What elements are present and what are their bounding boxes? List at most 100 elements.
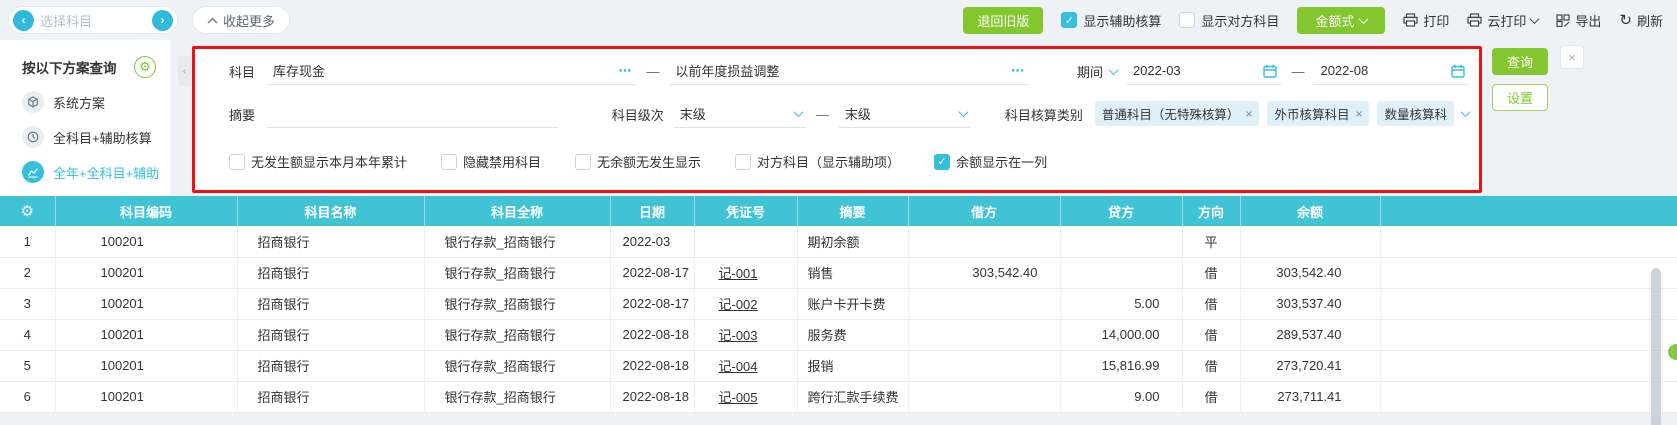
sidebar-item-system-plan[interactable]: 系统方案 [22,91,170,113]
col-header-debit[interactable]: 借方 [908,196,1061,226]
calendar-icon[interactable] [1263,64,1278,78]
calendar-icon[interactable] [1451,64,1465,78]
range-dash: — [646,64,660,79]
level-to-select[interactable]: 末级 [838,102,971,128]
sidebar-item-fullyear-all-aux[interactable]: 全年+全科目+辅助 [22,161,170,183]
ellipsis-picker-icon[interactable]: ⋯ [1011,63,1025,79]
checkbox-label: 对方科目（显示辅助项） [757,155,901,170]
floating-helper-button[interactable] [1668,344,1677,360]
voucher-link[interactable]: 记-002 [719,297,758,312]
subject-from-field[interactable]: 库存现金 ⋯ [267,59,637,85]
checkbox-icon[interactable]: ✓ [441,153,458,170]
checkbox-icon[interactable]: ✓ [934,153,951,170]
column-settings-gear[interactable]: ⚙ [0,196,56,226]
table-row[interactable]: 4 100201 招商银行 银行存款_招商银行 2022-08-18 记-003… [0,319,1677,351]
ellipsis-picker-icon[interactable]: ⋯ [618,63,632,79]
sidebar-item-all-subjects-aux[interactable]: 全科目+辅助核算 [22,126,170,148]
cell-full-name: 银行存款_招商银行 [424,257,611,289]
col-header-credit[interactable]: 贷方 [1060,196,1183,226]
cell-full-name: 银行存款_招商银行 [424,319,611,351]
chevron-down-icon[interactable] [1108,65,1119,76]
export-icon [1556,13,1570,27]
chevron-left-icon[interactable]: ‹ [13,9,34,31]
cell-direction: 借 [1182,350,1241,382]
chevron-down-icon[interactable] [1460,107,1471,118]
show-opposite-checkbox[interactable]: ✓ 显示对方科目 [1179,11,1279,30]
col-header-code[interactable]: 科目编码 [55,196,238,226]
collapse-more-button[interactable]: 收起更多 [192,6,291,34]
cell-name: 招商银行 [237,319,425,351]
col-header-name[interactable]: 科目名称 [237,196,425,226]
period-label-wrap[interactable]: 期间 [1077,62,1119,85]
vertical-scrollbar[interactable] [1651,268,1661,425]
cell-credit: 5.00 [1060,288,1183,320]
checkbox-icon[interactable]: ✓ [1179,12,1196,28]
table-row[interactable]: 1 100201 招商银行 银行存款_招商银行 2022-03 期初余额 平 [0,226,1677,258]
category-label: 科目核算类别 [1004,108,1083,123]
cell-debit [908,319,1061,351]
subject-picker-placeholder[interactable]: 选择科目 [34,11,152,30]
chevron-down-icon[interactable] [793,107,804,118]
export-button[interactable]: 导出 [1556,11,1601,30]
show-aux-checkbox[interactable]: ✓ 显示辅助核算 [1061,11,1161,30]
tag-remove-icon[interactable]: × [1245,107,1252,121]
table-row[interactable]: 5 100201 招商银行 银行存款_招商银行 2022-08-18 记-004… [0,350,1677,382]
cell-balance [1240,226,1381,258]
cloud-print-button[interactable]: 云打印 [1467,11,1540,30]
cell-name: 招商银行 [237,350,425,382]
table-row[interactable]: 2 100201 招商银行 银行存款_招商银行 2022-08-17 记-001… [0,257,1677,289]
checkbox-icon[interactable]: ✓ [1061,12,1078,28]
filter-checkbox-balance-one-column[interactable]: ✓ 余额显示在一列 [934,152,1047,171]
col-header-direction[interactable]: 方向 [1182,196,1241,226]
filter-checkbox-no-balance[interactable]: ✓ 无余额无发生显示 [575,152,701,171]
filter-checkbox-hide-disabled[interactable]: ✓ 隐藏禁用科目 [441,152,541,171]
period-to-field[interactable]: 2022-08 [1314,59,1469,85]
summary-field[interactable] [267,102,558,128]
voucher-link[interactable]: 记-005 [719,390,758,405]
col-header-full-name[interactable]: 科目全称 [424,196,611,226]
amount-mode-button[interactable]: 金额式 [1297,6,1386,34]
col-header-date[interactable]: 日期 [610,196,695,226]
checkbox-icon[interactable]: ✓ [229,153,245,170]
panel-close-button[interactable]: × [1560,45,1584,69]
cell-debit [908,288,1061,320]
cell-summary: 服务费 [797,319,909,351]
plan-settings-gear-icon[interactable]: ⚙ [134,56,156,78]
level-from-select[interactable]: 末级 [673,102,806,128]
table-row[interactable]: 6 100201 招商银行 银行存款_招商银行 2022-08-18 记-005… [0,381,1677,413]
voucher-link[interactable]: 记-004 [719,359,758,374]
col-header-summary[interactable]: 摘要 [797,196,909,226]
period-from-field[interactable]: 2022-03 [1126,59,1282,85]
cell-name: 招商银行 [237,288,425,320]
query-button[interactable]: 查询 [1492,48,1548,75]
sidebar-item-label: 全科目+辅助核算 [53,130,152,146]
sidebar-collapse-handle[interactable]: ‹ [178,56,191,86]
voucher-link[interactable]: 记-003 [719,328,758,343]
cell-voucher [694,226,798,258]
cell-row-number: 5 [0,350,56,382]
col-header-balance[interactable]: 余额 [1240,196,1381,226]
checkbox-icon[interactable]: ✓ [575,153,592,170]
checkbox-icon[interactable]: ✓ [735,153,752,170]
cloud-printer-icon [1467,13,1482,27]
refresh-button[interactable]: ↻ 刷新 [1619,11,1663,30]
show-opposite-label: 显示对方科目 [1201,13,1280,29]
back-old-version-button[interactable]: 退回旧版 [963,6,1044,34]
tag-label: 数量核算科 [1384,108,1447,122]
filter-checkbox-no-activity[interactable]: ✓ 无发生额显示本月本年累计 [229,152,407,171]
chevron-down-icon[interactable] [958,107,969,118]
cell-code: 100201 [55,288,238,320]
tag-remove-icon[interactable]: × [1355,107,1362,121]
export-label: 导出 [1575,13,1602,29]
voucher-link[interactable]: 记-001 [719,266,758,281]
subject-to-field[interactable]: 以前年度损益调整 ⋯ [669,59,1029,85]
chevron-right-icon[interactable]: › [152,9,173,31]
print-button[interactable]: 打印 [1403,11,1449,30]
settings-button[interactable]: 设置 [1492,84,1548,111]
level-label: 科目级次 [611,108,664,123]
cell-debit [908,226,1061,258]
subject-picker[interactable]: ‹ 选择科目 › [8,6,178,34]
filter-checkbox-opposite-subject[interactable]: ✓ 对方科目（显示辅助项） [735,152,900,171]
table-row[interactable]: 3 100201 招商银行 银行存款_招商银行 2022-08-17 记-002… [0,288,1677,320]
col-header-voucher[interactable]: 凭证号 [694,196,798,226]
